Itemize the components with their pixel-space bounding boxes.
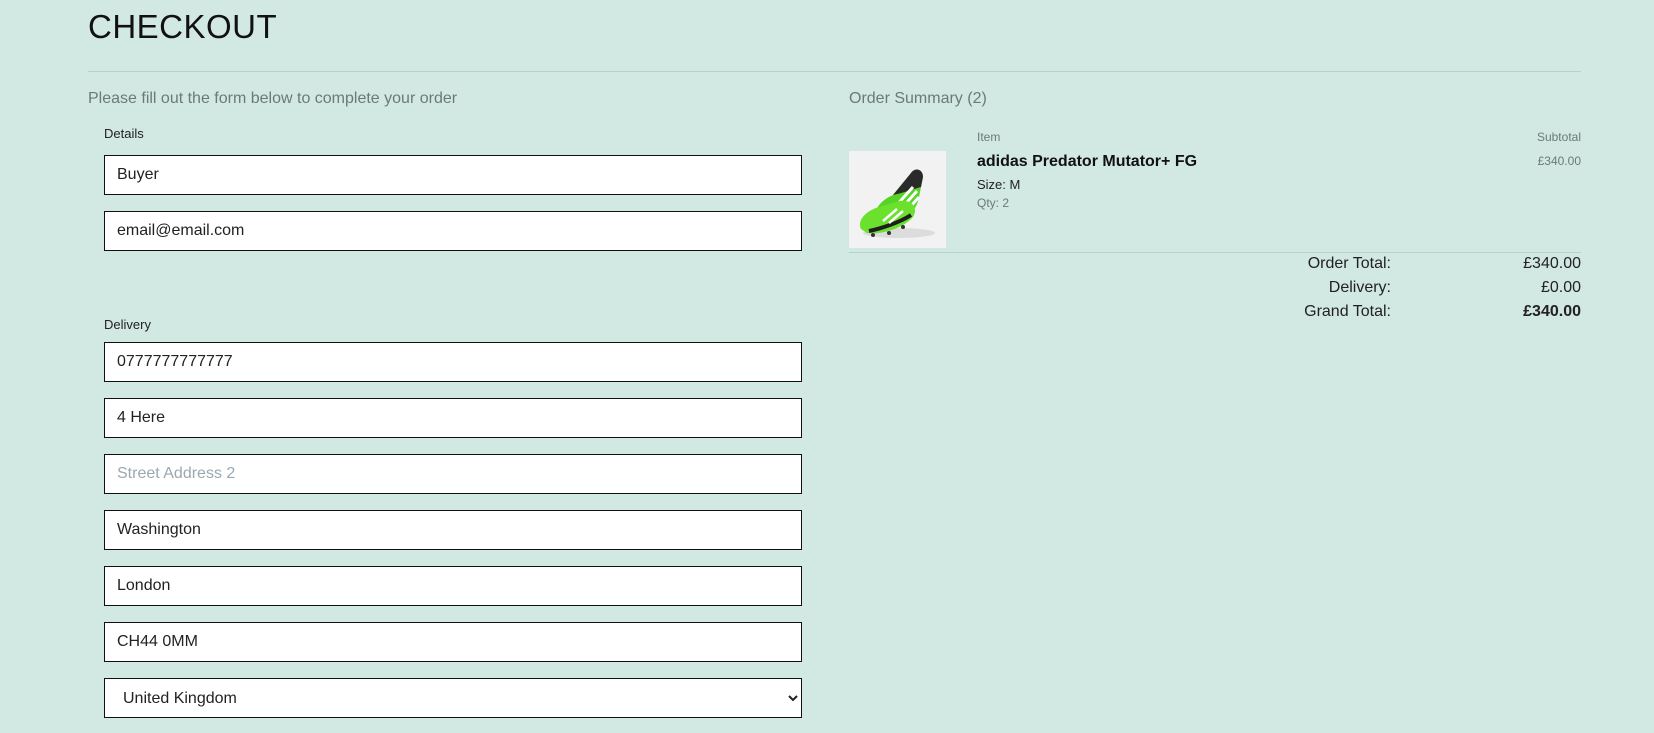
order-total-label: Order Total: [1307, 255, 1391, 272]
delivery-section-label: Delivery [104, 317, 151, 332]
product-size: Size: M [977, 177, 1021, 192]
checkout-page: CHECKOUT Please fill out the form below … [0, 0, 1654, 733]
product-subtotal: £340.00 [1537, 154, 1581, 168]
item-column-header: Item [977, 130, 1001, 144]
town-input[interactable] [104, 510, 802, 550]
product-image [849, 151, 946, 248]
street-address-2-input[interactable] [104, 454, 802, 494]
page-title: CHECKOUT [88, 8, 278, 45]
order-summary-heading: Order Summary (2) [849, 90, 987, 107]
order-total-value: £340.00 [1523, 255, 1581, 272]
subtotal-column-header: Subtotal [1536, 130, 1581, 144]
details-section-label: Details [104, 126, 144, 141]
delivery-cost-value: £0.00 [1540, 279, 1581, 296]
product-name: adidas Predator Mutator+ FG [977, 153, 1198, 170]
football-boot-icon [849, 151, 946, 248]
product-quantity: Qty: 2 [977, 196, 1010, 210]
header-divider [88, 71, 1581, 72]
postcode-input[interactable] [104, 622, 802, 662]
country-select[interactable]: United Kingdom [104, 678, 802, 718]
email-input[interactable] [104, 211, 802, 251]
delivery-cost-label: Delivery: [1328, 279, 1391, 296]
full-name-input[interactable] [104, 155, 802, 195]
grand-total-label: Grand Total: [1304, 303, 1391, 320]
street-address-1-input[interactable] [104, 398, 802, 438]
county-input[interactable] [104, 566, 802, 606]
form-intro-text: Please fill out the form below to comple… [88, 90, 458, 107]
phone-input[interactable] [104, 342, 802, 382]
summary-divider [849, 252, 1581, 253]
grand-total-value: £340.00 [1523, 303, 1581, 320]
